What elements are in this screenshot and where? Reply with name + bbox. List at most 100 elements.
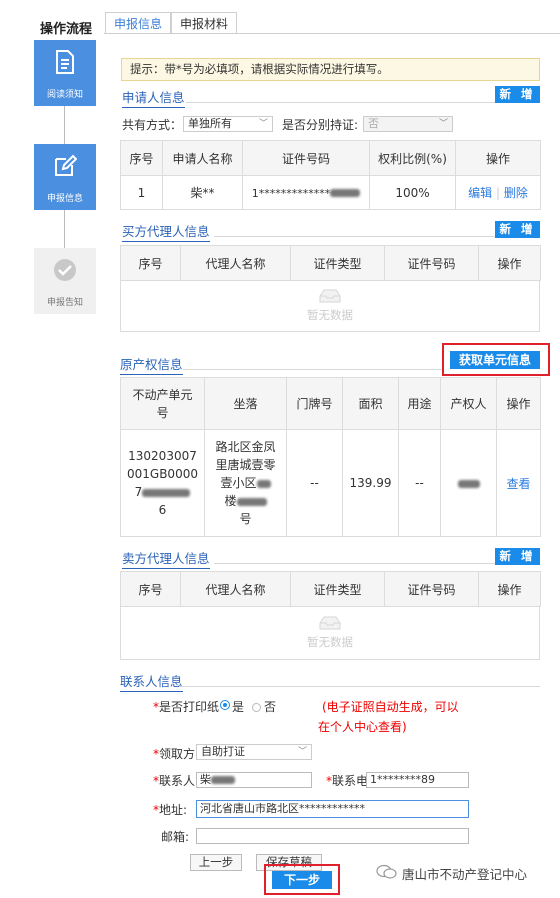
radio-no[interactable]	[252, 703, 261, 712]
header-cell: 证件号码	[384, 245, 479, 281]
tab-declare-materials[interactable]: 申报材料	[171, 12, 238, 34]
radio-yes[interactable]	[220, 700, 230, 710]
separate-cert-select[interactable]: 否 ﹀	[363, 116, 453, 132]
empty-state: 暂无数据	[120, 606, 540, 660]
ratio: 100%	[369, 175, 456, 210]
share-mode-label: 共有方式：	[122, 118, 183, 132]
step-label: 申报信息	[46, 194, 83, 204]
step-read-notice[interactable]: 阅读须知	[34, 40, 96, 106]
unit-number-cell: 130203007 001GB0000 7 6	[120, 429, 205, 537]
header-cell: 操作	[496, 377, 541, 430]
pickup-text: 领取方	[159, 747, 196, 761]
inbox-icon	[121, 288, 539, 307]
redaction	[256, 479, 271, 488]
redaction	[457, 479, 480, 488]
header-cell: 不动产单元号	[120, 377, 205, 430]
tab-declare-info[interactable]: 申报信息	[105, 12, 172, 34]
inbox-icon	[121, 615, 539, 634]
location-cell: 路北区金凤 里唐城壹零 壹小区 楼 号	[204, 429, 287, 537]
unit-line: 130203007	[128, 449, 197, 463]
phone-input[interactable]: 1********89	[366, 772, 469, 788]
door-number: --	[286, 429, 343, 537]
radio-yes-label: 是	[232, 700, 245, 714]
step-label: 阅读须知	[46, 90, 83, 100]
contact-section-title: 联系人信息	[120, 671, 183, 692]
section-divider	[180, 686, 540, 687]
add-seller-agent-button[interactable]: 新 增	[495, 548, 540, 565]
owner-cell	[440, 429, 497, 537]
step-connector	[64, 106, 65, 144]
fetch-unit-info-button[interactable]: 获取单元信息	[450, 351, 540, 369]
location-line: 路北区金凤	[215, 440, 276, 454]
view-link[interactable]: 查看	[506, 477, 530, 491]
header-cell: 序号	[120, 571, 181, 607]
separate-cert-label: 是否分别持证:	[282, 118, 359, 132]
section-divider	[186, 102, 540, 103]
process-title: 操作流程	[40, 22, 93, 37]
pickup-value: 自助打证	[201, 745, 245, 758]
print-paper-label: *是否打印纸	[153, 698, 219, 715]
unit-line: 6	[158, 503, 167, 517]
phone-label: *联系电	[326, 772, 368, 789]
delete-link[interactable]: 删除	[504, 186, 528, 200]
step-declare-info[interactable]: 申报信息	[34, 144, 96, 210]
pickup-select[interactable]: 自助打证 ﹀	[196, 744, 312, 760]
contact-person-label: *联系人	[153, 772, 195, 789]
section-divider	[183, 369, 443, 370]
buyer-agent-section-title: 买方代理人信息	[122, 221, 210, 242]
id-number: 1*************	[251, 186, 331, 200]
check-circle-icon	[34, 248, 96, 292]
address-text: 地址:	[159, 803, 188, 817]
unit-line: 001GB0000	[127, 467, 198, 481]
property-table: 不动产单元号 坐落 门牌号 面积 用途 产权人 操作 130203007 001…	[120, 377, 541, 537]
header-cell: 操作	[455, 140, 541, 176]
seller-agent-section-title: 卖方代理人信息	[122, 548, 210, 569]
empty-text: 暂无数据	[307, 635, 353, 649]
section-divider	[214, 563, 540, 564]
step-declare-notice[interactable]: 申报告知	[34, 248, 96, 314]
chevron-down-icon: ﹀	[438, 119, 448, 129]
location-line: 里唐城壹零	[215, 458, 276, 472]
empty-state: 暂无数据	[120, 280, 540, 332]
phone-text: 联系电	[332, 774, 369, 788]
location-line: 壹小区	[220, 476, 257, 490]
radio-dot	[223, 703, 227, 707]
step-label: 申报告知	[46, 298, 83, 308]
header-cell: 权利比例(%)	[369, 140, 456, 176]
applicant-table: 序号 申请人名称 证件号码 权利比例(%) 操作 1 柴** 1********…	[120, 140, 541, 210]
edit-link[interactable]: 编辑	[468, 186, 492, 200]
share-mode-select[interactable]: 单独所有 ﹀	[183, 116, 273, 132]
header-cell: 序号	[120, 140, 163, 176]
property-section-title: 原产权信息	[120, 354, 183, 375]
header-cell: 证件类型	[290, 245, 385, 281]
id-number-cell: 1*************	[242, 175, 370, 210]
redaction	[330, 189, 361, 197]
add-applicant-button[interactable]: 新 增	[495, 86, 540, 103]
location-line: 楼	[224, 494, 237, 508]
view-cell: 查看	[496, 429, 541, 537]
header-cell: 操作	[478, 245, 541, 281]
header-cell: 门牌号	[286, 377, 343, 430]
pickup-label: *领取方	[153, 745, 195, 762]
share-mode-value: 单独所有	[188, 117, 232, 130]
contact-person-input[interactable]: 柴	[196, 772, 312, 788]
header-cell: 序号	[120, 245, 181, 281]
separate-cert-value: 否	[368, 117, 379, 130]
section-divider	[214, 236, 540, 237]
row-number: 1	[120, 175, 163, 210]
area: 139.99	[342, 429, 399, 537]
header-cell: 证件号码	[384, 571, 479, 607]
location-line-wrap: 壹小区	[205, 474, 286, 492]
seller-agent-table: 序号 代理人名称 证件类型 证件号码 操作	[120, 571, 541, 607]
add-buyer-agent-button[interactable]: 新 增	[495, 221, 540, 238]
postcode-input[interactable]	[196, 828, 469, 844]
redaction	[236, 497, 267, 506]
address-input[interactable]: 河北省唐山市路北区************	[196, 800, 469, 818]
prev-step-button[interactable]: 上一步	[190, 854, 242, 871]
next-step-button[interactable]: 下一步	[272, 871, 332, 889]
tab-underline	[104, 33, 560, 34]
header-cell: 代理人名称	[180, 245, 291, 281]
location-line: 号	[239, 512, 252, 526]
radio-no-label: 否	[264, 700, 277, 714]
table-row: 130203007 001GB0000 7 6 路北区金凤 里唐城壹零 壹小区 …	[120, 429, 541, 537]
